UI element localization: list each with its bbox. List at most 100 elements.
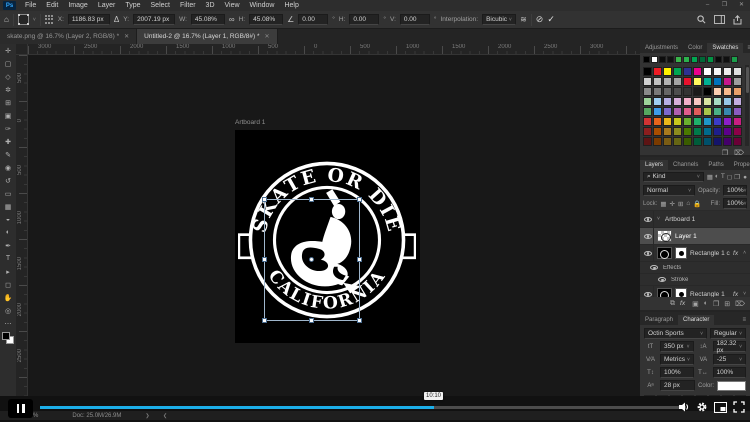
minimize-button[interactable]: – bbox=[699, 0, 716, 11]
tab-paragraph[interactable]: Paragraph bbox=[640, 315, 678, 325]
transform-handle[interactable] bbox=[309, 197, 314, 202]
transform-handle[interactable] bbox=[309, 318, 314, 323]
delta-icon[interactable]: Δ bbox=[114, 15, 119, 25]
fill-input[interactable]: 100%˅ bbox=[723, 198, 747, 209]
close-button[interactable]: ✕ bbox=[733, 0, 750, 11]
menu-item-select[interactable]: Select bbox=[146, 0, 175, 11]
workspace-icon[interactable] bbox=[714, 15, 725, 24]
menu-item-edit[interactable]: Edit bbox=[41, 0, 63, 11]
tab-color[interactable]: Color bbox=[683, 43, 707, 53]
opacity-input[interactable]: 100%˅ bbox=[723, 185, 747, 196]
swatch[interactable] bbox=[653, 77, 662, 86]
swatch[interactable] bbox=[673, 67, 682, 76]
swatch[interactable] bbox=[703, 97, 712, 106]
baseline-shift-input[interactable]: 28 px bbox=[660, 380, 695, 391]
fx-collapse-icon[interactable]: ˄ bbox=[743, 250, 748, 256]
layer-thumbnail[interactable] bbox=[657, 288, 672, 297]
swatch[interactable] bbox=[733, 107, 742, 116]
swatch[interactable] bbox=[693, 117, 702, 126]
new-group-icon[interactable]: ❐ bbox=[713, 300, 719, 308]
quick-selection-tool[interactable]: ✲ bbox=[0, 83, 16, 96]
layer-filter-icon[interactable]: ▦ bbox=[707, 173, 713, 181]
swatch[interactable] bbox=[723, 77, 732, 86]
transform-handle[interactable] bbox=[262, 197, 267, 202]
swatch[interactable] bbox=[693, 87, 702, 96]
swatch[interactable] bbox=[643, 127, 652, 136]
marquee-tool[interactable]: ▢ bbox=[0, 57, 16, 70]
swatch[interactable] bbox=[733, 97, 742, 106]
swatch[interactable] bbox=[659, 56, 666, 63]
foreground-background-colors[interactable] bbox=[2, 332, 14, 344]
swatch[interactable] bbox=[663, 117, 672, 126]
menu-item-3d[interactable]: 3D bbox=[201, 0, 220, 11]
lock-icon[interactable]: ⌂ bbox=[686, 200, 690, 208]
swatch[interactable] bbox=[723, 87, 732, 96]
swatch[interactable] bbox=[683, 107, 692, 116]
swatch[interactable] bbox=[693, 67, 702, 76]
swatch[interactable] bbox=[707, 56, 714, 63]
link-layers-icon[interactable]: ⧉ bbox=[670, 300, 675, 308]
visibility-toggle[interactable] bbox=[656, 274, 668, 285]
transform-handle[interactable] bbox=[262, 257, 267, 262]
layer-filter-select[interactable]: ⌕ Kind ˅ bbox=[643, 172, 704, 182]
lock-icon[interactable]: ✛ bbox=[670, 200, 675, 208]
eraser-tool[interactable]: ▭ bbox=[0, 187, 16, 200]
font-size-input[interactable]: 350 px˅ bbox=[660, 341, 694, 352]
font-style-select[interactable]: Regular˅ bbox=[710, 328, 746, 339]
transform-handle[interactable] bbox=[357, 257, 362, 262]
swatch[interactable] bbox=[703, 77, 712, 86]
kerning-select[interactable]: Metrics˅ bbox=[660, 354, 694, 365]
swatch[interactable] bbox=[643, 97, 652, 106]
tab-character[interactable]: Character bbox=[678, 315, 714, 325]
swatch[interactable] bbox=[713, 137, 722, 146]
layer-mask-thumbnail[interactable] bbox=[675, 247, 687, 259]
visibility-toggle[interactable] bbox=[642, 286, 654, 297]
artboard-label[interactable]: Artboard 1 bbox=[235, 119, 265, 126]
tab-channels[interactable]: Channels bbox=[668, 160, 703, 170]
x-input[interactable]: 1186.83 px bbox=[68, 14, 110, 25]
text-color-chip[interactable] bbox=[717, 381, 746, 391]
lock-icon[interactable]: 🔒 bbox=[693, 200, 701, 208]
swatch[interactable] bbox=[693, 107, 702, 116]
swatch[interactable] bbox=[733, 117, 742, 126]
fx-badge[interactable]: fx bbox=[733, 250, 740, 257]
swatch[interactable] bbox=[733, 87, 742, 96]
layer-filter-icon[interactable]: ◻ bbox=[727, 173, 732, 181]
visibility-toggle[interactable] bbox=[642, 245, 654, 261]
swatch[interactable] bbox=[713, 67, 722, 76]
menu-item-view[interactable]: View bbox=[220, 0, 245, 11]
layer-row-rectangle-1[interactable]: Rectangle 1fx˅ bbox=[640, 286, 750, 297]
swatch[interactable] bbox=[703, 117, 712, 126]
swatch[interactable] bbox=[683, 56, 690, 63]
layer-row-artboard-1[interactable]: ˅Artboard 1 bbox=[640, 211, 750, 228]
dodge-tool[interactable]: ◐ bbox=[0, 226, 16, 239]
healing-brush-tool[interactable]: ✚ bbox=[0, 135, 16, 148]
layer-row-layer-1[interactable]: Layer 1 bbox=[640, 228, 750, 245]
blend-mode-select[interactable]: Normal˅ bbox=[643, 185, 695, 196]
swatch[interactable] bbox=[673, 117, 682, 126]
swatch[interactable] bbox=[733, 127, 742, 136]
move-tool[interactable]: ✛ bbox=[0, 44, 16, 57]
crop-tool[interactable]: ⊞ bbox=[0, 96, 16, 109]
swatch[interactable] bbox=[715, 56, 722, 63]
close-tab-icon[interactable]: ✕ bbox=[264, 33, 269, 40]
progress-bar[interactable] bbox=[40, 406, 686, 409]
swatch[interactable] bbox=[723, 56, 730, 63]
swatch[interactable] bbox=[653, 87, 662, 96]
swatch[interactable] bbox=[663, 137, 672, 146]
swatch[interactable] bbox=[713, 117, 722, 126]
swatches-scrollbar[interactable] bbox=[745, 65, 749, 146]
swatch[interactable] bbox=[663, 107, 672, 116]
swatch[interactable] bbox=[653, 127, 662, 136]
menu-item-file[interactable]: File bbox=[20, 0, 41, 11]
swatch[interactable] bbox=[693, 97, 702, 106]
history-brush-tool[interactable]: ↺ bbox=[0, 174, 16, 187]
swatch[interactable] bbox=[723, 67, 732, 76]
menu-item-layer[interactable]: Layer bbox=[93, 0, 121, 11]
lock-icon[interactable]: ⊞ bbox=[678, 200, 683, 208]
shape-tool[interactable]: ◻ bbox=[0, 278, 16, 291]
frame-tool[interactable]: ▣ bbox=[0, 109, 16, 122]
angle-input[interactable]: 0.00 bbox=[298, 14, 328, 25]
fullscreen-icon[interactable] bbox=[733, 401, 745, 413]
swatch[interactable] bbox=[653, 97, 662, 106]
